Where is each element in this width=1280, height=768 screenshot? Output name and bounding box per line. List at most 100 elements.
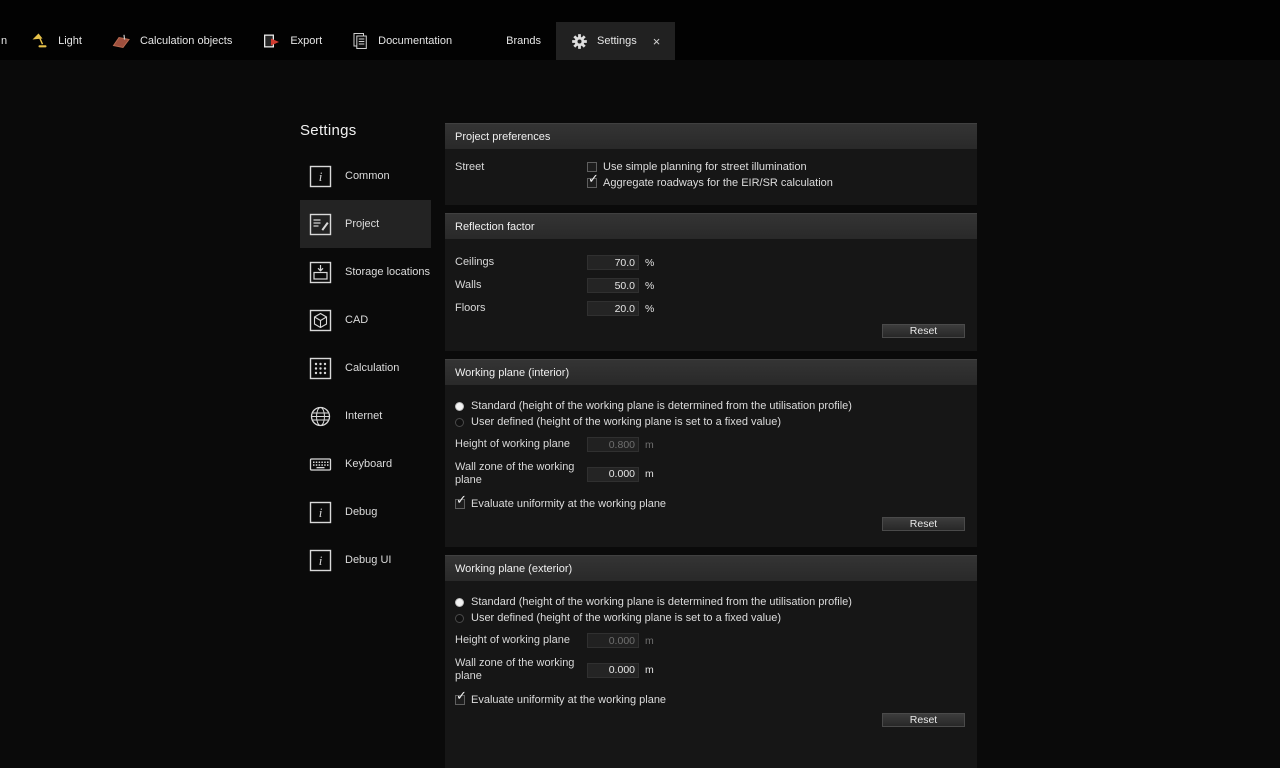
meter-unit: m: [645, 468, 654, 480]
sidebar-item-debug-ui[interactable]: i Debug UI: [300, 536, 431, 584]
tab-brands[interactable]: Brands: [467, 22, 556, 60]
radio-user-defined[interactable]: [455, 418, 464, 427]
sidebar-item-label: Common: [345, 170, 390, 182]
radio-label: User defined (height of the working plan…: [471, 416, 781, 428]
svg-text:i: i: [318, 505, 322, 520]
tab-bar: n Light Calculation objects: [0, 0, 1280, 60]
height-label: Height of working plane: [455, 438, 587, 451]
percent-unit: %: [645, 257, 654, 269]
height-input[interactable]: [587, 633, 639, 648]
tab-label: Documentation: [378, 35, 452, 47]
ceilings-input[interactable]: [587, 255, 639, 270]
tab-label: Brands: [506, 35, 541, 47]
floors-input[interactable]: [587, 301, 639, 316]
checkbox-aggregate-roadways[interactable]: ✓: [587, 178, 597, 188]
checkbox-label: Aggregate roadways for the EIR/SR calcul…: [603, 177, 833, 189]
settings-sidebar: Settings i Common Project Storage locati…: [300, 122, 431, 584]
common-icon: i: [308, 164, 332, 188]
section-project-preferences: Project preferences Street ✓ Use simple …: [445, 123, 977, 205]
sidebar-item-calculation[interactable]: Calculation: [300, 344, 431, 392]
tab-light[interactable]: Light: [15, 22, 97, 60]
sidebar-item-internet[interactable]: Internet: [300, 392, 431, 440]
height-input[interactable]: [587, 437, 639, 452]
lamp-icon: [30, 32, 49, 50]
internet-globe-icon: [308, 404, 332, 428]
tab-partial[interactable]: n: [0, 22, 15, 60]
reset-button[interactable]: Reset: [881, 323, 966, 339]
reset-button[interactable]: Reset: [881, 516, 966, 532]
page-title: Settings: [300, 122, 431, 139]
cad-icon: [308, 308, 332, 332]
radio-label: Standard (height of the working plane is…: [471, 596, 852, 608]
debug-icon: i: [308, 500, 332, 524]
checkbox-evaluate-uniformity[interactable]: ✓: [455, 695, 465, 705]
documentation-icon: [352, 32, 369, 50]
walls-label: Walls: [455, 279, 587, 292]
tab-label: Calculation objects: [140, 35, 232, 47]
section-body: Standard (height of the working plane is…: [445, 581, 977, 768]
meter-unit: m: [645, 635, 654, 647]
sidebar-item-label: Debug UI: [345, 554, 391, 566]
radio-label: User defined (height of the working plan…: [471, 612, 781, 624]
sidebar-item-storage-locations[interactable]: Storage locations: [300, 248, 431, 296]
sidebar-item-cad[interactable]: CAD: [300, 296, 431, 344]
tab-label: Light: [58, 35, 82, 47]
keyboard-icon: [308, 452, 332, 476]
wall-zone-input[interactable]: [587, 467, 639, 482]
walls-input[interactable]: [587, 278, 639, 293]
checkbox-evaluate-uniformity[interactable]: ✓: [455, 499, 465, 509]
sidebar-item-project[interactable]: Project: [300, 200, 431, 248]
section-header: Working plane (interior): [445, 359, 977, 385]
street-label: Street: [455, 159, 587, 175]
tab-export[interactable]: Export: [247, 22, 337, 60]
checkmark-icon: ✓: [456, 688, 467, 704]
sidebar-item-label: Calculation: [345, 362, 399, 374]
checkbox-label: Use simple planning for street illuminat…: [603, 161, 807, 173]
wall-zone-input[interactable]: [587, 663, 639, 678]
svg-text:i: i: [318, 553, 322, 568]
calculation-icon: [308, 356, 332, 380]
export-icon: [262, 32, 281, 50]
project-icon: [308, 212, 332, 236]
settings-gear-icon: [571, 33, 588, 50]
tab-settings[interactable]: Settings ×: [556, 22, 675, 60]
radio-standard[interactable]: [455, 402, 464, 411]
tab-partial-label: n: [1, 35, 7, 47]
sidebar-item-label: Storage locations: [345, 266, 430, 278]
tab-calculation-objects[interactable]: Calculation objects: [97, 22, 247, 60]
radio-user-defined[interactable]: [455, 614, 464, 623]
reset-button[interactable]: Reset: [881, 712, 966, 728]
sidebar-item-debug[interactable]: i Debug: [300, 488, 431, 536]
settings-panels: Project preferences Street ✓ Use simple …: [445, 123, 977, 768]
sidebar-item-label: CAD: [345, 314, 368, 326]
section-header: Working plane (exterior): [445, 555, 977, 581]
meter-unit: m: [645, 664, 654, 676]
section-body: Ceilings % Walls % Floors % Reset: [445, 239, 977, 351]
checkbox-label: Evaluate uniformity at the working plane: [471, 498, 666, 510]
svg-text:i: i: [318, 169, 322, 184]
calculation-objects-icon: [112, 32, 131, 50]
sidebar-item-common[interactable]: i Common: [300, 152, 431, 200]
sidebar-item-keyboard[interactable]: Keyboard: [300, 440, 431, 488]
section-header: Project preferences: [445, 123, 977, 149]
checkmark-icon: ✓: [588, 171, 599, 187]
section-reflection-factor: Reflection factor Ceilings % Walls % Flo…: [445, 213, 977, 351]
ceilings-label: Ceilings: [455, 256, 587, 269]
sidebar-item-label: Internet: [345, 410, 382, 422]
debug-ui-icon: i: [308, 548, 332, 572]
close-tab-icon[interactable]: ×: [653, 35, 661, 48]
tab-label: Export: [290, 35, 322, 47]
checkbox-label: Evaluate uniformity at the working plane: [471, 694, 666, 706]
floors-label: Floors: [455, 302, 587, 315]
section-body: Standard (height of the working plane is…: [445, 385, 977, 547]
wall-zone-label: Wall zone of the working plane: [455, 657, 587, 683]
sidebar-item-label: Debug: [345, 506, 377, 518]
radio-standard[interactable]: [455, 598, 464, 607]
section-working-plane-exterior: Working plane (exterior) Standard (heigh…: [445, 555, 977, 768]
percent-unit: %: [645, 303, 654, 315]
storage-locations-icon: [308, 260, 332, 284]
tab-documentation[interactable]: Documentation: [337, 22, 467, 60]
sidebar-item-label: Keyboard: [345, 458, 392, 470]
brands-icon: [482, 34, 497, 49]
section-header: Reflection factor: [445, 213, 977, 239]
